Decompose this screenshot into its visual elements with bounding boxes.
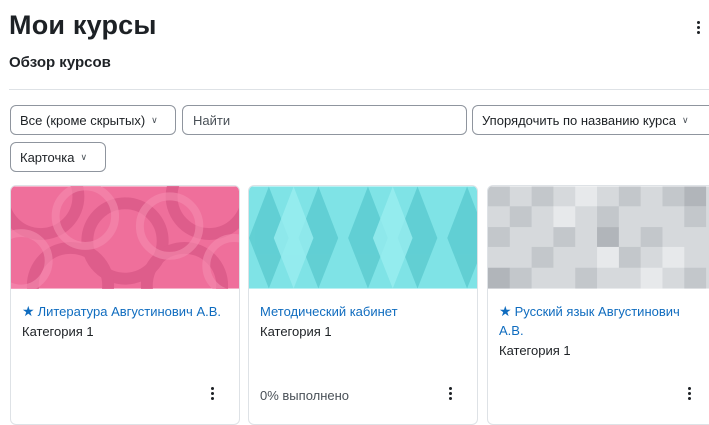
course-card: Методический кабинет Категория 1 0% выпо… <box>248 185 478 425</box>
sort-label: Упорядочить по названию курса <box>482 112 677 128</box>
course-overview-title: Обзор курсов <box>9 54 111 71</box>
course-search-field[interactable] <box>182 105 467 135</box>
course-link[interactable]: ★ Литература Августинович А.В. <box>22 302 228 321</box>
course-link[interactable]: Методический кабинет <box>260 302 466 321</box>
course-image-teal-diamonds[interactable] <box>249 186 477 289</box>
page-actions-menu-icon[interactable] <box>690 14 706 40</box>
dot <box>687 386 691 390</box>
divider <box>9 89 709 90</box>
course-category: Категория 1 <box>22 324 94 339</box>
course-card: ★ Литература Августинович А.В. Категория … <box>10 185 240 425</box>
grouping-filter-dropdown[interactable]: Все (кроме скрытых) ∨ <box>10 105 176 135</box>
course-name: Литература Августинович А.В. <box>37 304 222 319</box>
course-category: Категория 1 <box>499 343 571 358</box>
dot <box>687 391 691 395</box>
view-mode-dropdown[interactable]: Карточка ∨ <box>10 142 106 172</box>
dot <box>696 20 700 24</box>
dot <box>210 391 214 395</box>
dot <box>210 396 214 400</box>
dot <box>696 25 700 29</box>
dot <box>687 396 691 400</box>
course-link[interactable]: ★ Русский язык Августинович А.В. <box>499 302 705 340</box>
sort-dropdown[interactable]: Упорядочить по названию курса ∨ <box>472 105 709 135</box>
course-progress-text: 0% выполнено <box>260 388 350 403</box>
course-image-pink-circles[interactable] <box>11 186 239 289</box>
chevron-down-icon: ∨ <box>80 151 88 162</box>
grouping-filter-label: Все (кроме скрытых) <box>20 112 146 128</box>
course-image-gray-squares[interactable] <box>488 186 709 289</box>
dot <box>448 391 452 395</box>
dot <box>210 386 214 390</box>
dot <box>448 396 452 400</box>
course-actions-menu-icon[interactable] <box>683 384 695 402</box>
course-name: Методический кабинет <box>260 304 398 319</box>
dot <box>448 386 452 390</box>
course-search-input[interactable] <box>193 112 457 128</box>
chevron-down-icon: ∨ <box>682 114 689 125</box>
course-category: Категория 1 <box>260 324 332 339</box>
course-actions-menu-icon[interactable] <box>444 384 456 402</box>
star-icon: ★ <box>499 303 512 319</box>
dot <box>696 30 700 34</box>
course-card: ★ Русский язык Августинович А.В. Категори… <box>487 185 709 425</box>
chevron-down-icon: ∨ <box>151 114 158 125</box>
course-name: Русский язык Августинович А.В. <box>499 304 680 338</box>
course-actions-menu-icon[interactable] <box>206 384 218 402</box>
view-mode-label: Карточка <box>20 149 75 165</box>
page-title: Мои курсы <box>9 10 157 40</box>
star-icon: ★ <box>22 303 35 319</box>
